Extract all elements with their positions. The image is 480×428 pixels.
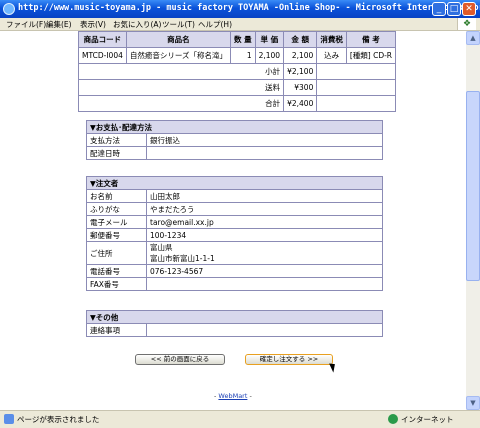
scroll-down-button[interactable]: ▼ <box>466 396 480 410</box>
delivery-date-label: 配達日時 <box>86 146 147 160</box>
table-row: お名前 山田太郎 <box>86 189 383 203</box>
total-value: ¥2,400 <box>283 95 318 112</box>
payment-header: ▼お支払･配達方法 <box>86 120 383 134</box>
shipping-label: 送料 <box>77 79 285 96</box>
address-value: 富山県 富山市新富山1-1-1 <box>146 241 383 265</box>
menu-help[interactable]: ヘルプ(H) <box>198 19 232 30</box>
internet-zone-icon <box>388 414 398 424</box>
close-button[interactable]: ✕ <box>462 2 476 16</box>
name-label: お名前 <box>86 189 147 203</box>
table-row: 電話番号 076-123-4567 <box>86 264 383 278</box>
total-row: 合計 ¥2,400 <box>77 95 397 112</box>
table-row: 配達日時 <box>86 146 383 160</box>
kana-label: ふりがな <box>86 202 147 216</box>
contact-value <box>146 323 383 337</box>
address-label: ご住所 <box>86 241 147 265</box>
item-tax: 込み <box>316 47 347 64</box>
menu-tools[interactable]: ツール(T) <box>162 19 195 30</box>
zip-label: 郵便番号 <box>86 228 147 242</box>
payment-method-label: 支払方法 <box>86 133 147 147</box>
item-qty: 1 <box>229 47 256 64</box>
footer-suffix: - <box>247 392 252 400</box>
delivery-date-value <box>146 146 383 160</box>
scroll-up-button[interactable]: ▲ <box>466 31 480 45</box>
back-button[interactable]: << 前の画面に戻る <box>135 354 225 365</box>
col-price-header: 単 価 <box>254 31 285 48</box>
phone-label: 電話番号 <box>86 264 147 278</box>
contact-label: 連絡事項 <box>86 323 147 337</box>
email-label: 電子メール <box>86 215 147 229</box>
kana-value: やまだたろう <box>146 202 383 216</box>
menu-file[interactable]: ファイル(F) <box>6 19 46 30</box>
other-section: ▼その他 連絡事項 <box>86 310 383 337</box>
customer-header: ▼注文者 <box>86 176 383 190</box>
footer: - WebMart - <box>214 392 252 400</box>
table-row: 電子メール taro@email.xx.jp <box>86 215 383 229</box>
shipping-row: 送料 ¥300 <box>77 79 397 96</box>
payment-section: ▼お支払･配達方法 支払方法 銀行振込 配達日時 <box>86 120 383 160</box>
email-value: taro@email.xx.jp <box>146 215 383 229</box>
menu-bar: ファイル(F) 編集(E) 表示(V) お気に入り(A) ツール(T) ヘルプ(… <box>0 18 480 31</box>
shipping-value: ¥300 <box>283 79 318 96</box>
subtotal-row: 小計 ¥2,100 <box>77 63 397 80</box>
customer-section: ▼注文者 お名前 山田太郎 ふりがな やまだたろう 電子メール taro@ema… <box>86 176 383 291</box>
maximize-button[interactable]: □ <box>447 2 461 16</box>
shipping-blank <box>316 79 397 96</box>
col-tax-header: 消費税 <box>316 31 347 48</box>
order-table: 商品コード 商品名 数 量 単 価 金 額 消費税 備 考 MTCD-I004 … <box>77 31 397 112</box>
col-code-header: 商品コード <box>78 31 127 48</box>
menu-favorites[interactable]: お気に入り(A) <box>113 19 161 30</box>
status-bar: ページが表示されました インターネット <box>0 410 480 428</box>
item-note: [種類] CD-R <box>345 47 397 64</box>
menu-edit[interactable]: 編集(E) <box>46 19 72 30</box>
address-line-1: 富山県 <box>150 243 173 252</box>
phone-value: 076-123-4567 <box>146 264 383 278</box>
subtotal-label: 小計 <box>77 63 285 80</box>
vertical-scrollbar[interactable]: ▲ ▼ <box>466 31 480 410</box>
address-line-2: 富山市新富山1-1-1 <box>150 254 215 263</box>
page-done-icon <box>4 414 14 424</box>
item-price: 2,100 <box>254 47 285 64</box>
col-name-header: 商品名 <box>125 31 231 48</box>
item-code: MTCD-I004 <box>78 47 127 64</box>
status-text: ページが表示されました <box>17 415 100 424</box>
zip-value: 100-1234 <box>146 228 383 242</box>
table-row: 支払方法 銀行振込 <box>86 133 383 147</box>
other-header: ▼その他 <box>86 310 383 324</box>
name-value: 山田太郎 <box>146 189 383 203</box>
table-row: ふりがな やまだたろう <box>86 202 383 216</box>
fax-label: FAX番号 <box>86 277 147 291</box>
col-amount-header: 金 額 <box>283 31 318 48</box>
page-content: 商品コード 商品名 数 量 単 価 金 額 消費税 備 考 MTCD-I004 … <box>0 31 466 410</box>
col-note-header: 備 考 <box>345 31 397 48</box>
fax-value <box>146 277 383 291</box>
scroll-thumb[interactable] <box>466 91 480 281</box>
confirm-order-button[interactable]: 確定し注文する >> <box>245 354 333 365</box>
minimize-button[interactable]: _ <box>432 2 446 16</box>
windows-logo-icon: ❖ <box>457 18 476 30</box>
table-row: 連絡事項 <box>86 323 383 337</box>
total-label: 合計 <box>77 95 285 112</box>
webmart-link[interactable]: WebMart <box>218 392 247 400</box>
table-row: 郵便番号 100-1234 <box>86 228 383 242</box>
total-blank <box>316 95 397 112</box>
col-qty-header: 数 量 <box>229 31 256 48</box>
subtotal-value: ¥2,100 <box>283 63 318 80</box>
payment-method-value: 銀行振込 <box>146 133 383 147</box>
order-header-row: 商品コード 商品名 数 量 単 価 金 額 消費税 備 考 <box>78 31 397 48</box>
table-row: MTCD-I004 自然癒音シリーズ「称名滝」 1 2,100 2,100 込み… <box>78 47 397 64</box>
zone-text: インターネット <box>401 415 454 424</box>
ie-icon <box>3 3 15 15</box>
table-row: ご住所 富山県 富山市新富山1-1-1 <box>86 241 383 265</box>
menu-view[interactable]: 表示(V) <box>80 19 106 30</box>
window-title: http://www.music-toyama.jp - music facto… <box>18 3 480 13</box>
item-amount: 2,100 <box>283 47 318 64</box>
subtotal-blank <box>316 63 397 80</box>
table-row: FAX番号 <box>86 277 383 291</box>
title-bar: http://www.music-toyama.jp - music facto… <box>0 0 480 18</box>
item-name: 自然癒音シリーズ「称名滝」 <box>125 47 231 64</box>
